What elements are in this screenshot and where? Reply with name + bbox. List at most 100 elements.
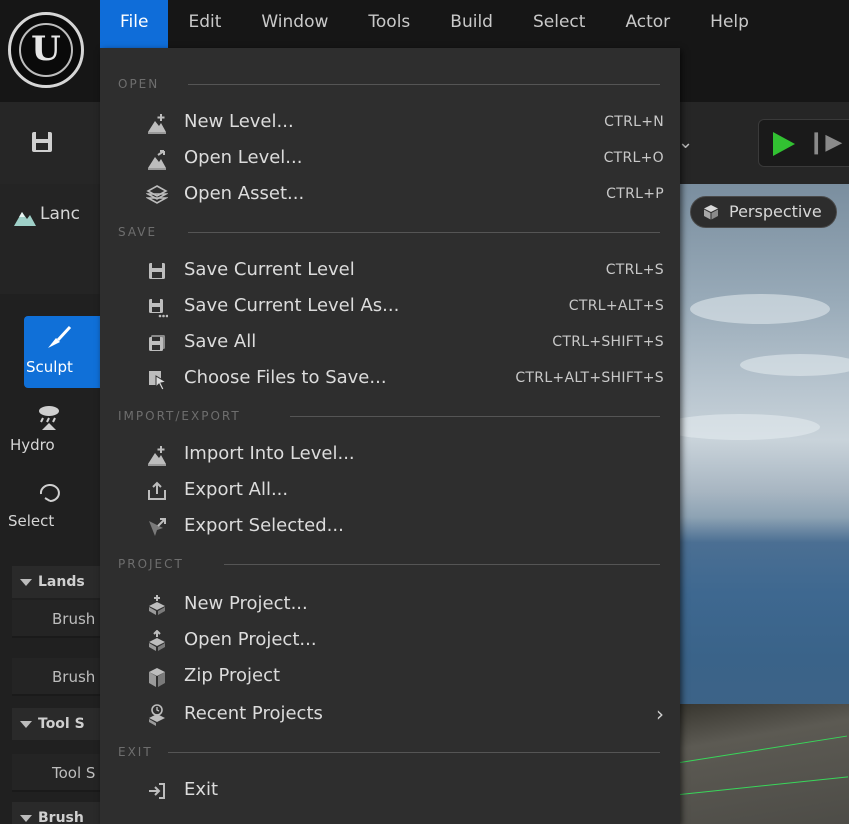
menu-actor[interactable]: Actor [605, 0, 690, 48]
play-icon[interactable] [773, 132, 795, 156]
file-menu-dropdown: OPEN New Level... CTRL+N Open Level... C… [100, 48, 680, 824]
menu-item-shortcut: CTRL+S [605, 262, 664, 278]
unreal-logo[interactable]: U [8, 12, 84, 88]
menu-item-save-all[interactable]: Save All CTRL+SHIFT+S [100, 324, 680, 360]
menu-separator [168, 752, 660, 753]
menu-separator [290, 416, 660, 417]
menu-item-save-current-level-as[interactable]: Save Current Level As... CTRL+ALT+S [100, 288, 680, 324]
exit-icon [149, 783, 165, 799]
menu-item-label: Save Current Level As... [184, 295, 400, 316]
menu-help[interactable]: Help [690, 0, 769, 48]
landscape-mode-panel: Lanc Sculpt Hydro Select Lands Brush Bru… [0, 184, 100, 824]
collapse-arrow-icon [20, 578, 32, 586]
mode-hydro-button[interactable]: Hydro [6, 396, 100, 466]
menu-item-shortcut: CTRL+O [603, 150, 664, 166]
sky-cloud [680, 414, 820, 440]
section-header-landscape[interactable]: Lands [12, 566, 100, 598]
landscape-icon [14, 212, 36, 226]
menu-item-shortcut: CTRL+P [606, 186, 664, 202]
menu-item-zip-project[interactable]: Zip Project [100, 658, 680, 694]
section-header-label: Lands [38, 574, 85, 590]
advance-frame-icon[interactable]: ❙▶ [807, 130, 842, 155]
logo-glyph: U [31, 29, 61, 69]
menu-item-exit[interactable]: Exit [100, 772, 680, 808]
menu-item-label: Zip Project [184, 665, 281, 686]
collapse-arrow-icon [20, 814, 32, 822]
menu-item-label: Exit [184, 779, 219, 800]
menu-build[interactable]: Build [430, 0, 513, 48]
collapse-arrow-icon [20, 720, 32, 728]
menu-file[interactable]: File [100, 0, 169, 48]
menu-item-label: Export Selected... [184, 515, 344, 536]
menu-section-project: PROJECT [100, 550, 680, 578]
property-row: Brush [12, 658, 100, 696]
menu-item-recent-projects[interactable]: Recent Projects › [100, 696, 680, 732]
new-level-icon [148, 114, 166, 134]
section-header-label: Brush [38, 810, 84, 824]
menu-section-label: IMPORT/EXPORT [118, 409, 241, 423]
landscape-tab-label: Lanc [40, 204, 81, 224]
section-header-tool-settings[interactable]: Tool S [12, 708, 100, 740]
menu-item-label: Import Into Level... [184, 443, 355, 464]
property-label: Brush [52, 610, 96, 628]
menu-item-shortcut: CTRL+N [604, 114, 664, 130]
menu-item-label: Recent Projects [184, 703, 323, 724]
menu-item-shortcut: CTRL+ALT+S [568, 298, 664, 314]
menu-section-label: PROJECT [118, 557, 184, 571]
menu-item-label: New Level... [184, 111, 294, 132]
property-row: Brush [12, 600, 100, 638]
mode-hydro-label: Hydro [10, 436, 55, 454]
menu-edit[interactable]: Edit [168, 0, 241, 48]
export-selected-icon [149, 518, 166, 536]
import-icon [148, 446, 166, 466]
chevron-down-icon[interactable]: ⌄ [678, 132, 693, 153]
sky-cloud [740, 354, 849, 376]
landscape-tab[interactable]: Lanc [0, 184, 100, 294]
menu-item-label: Choose Files to Save... [184, 367, 387, 388]
section-header-brush[interactable]: Brush [12, 802, 100, 824]
save-as-icon [149, 299, 168, 318]
menu-section-open: OPEN [100, 70, 680, 98]
menu-item-open-asset[interactable]: Open Asset... CTRL+P [100, 176, 680, 212]
menu-item-label: Open Level... [184, 147, 303, 168]
sculpt-brush-icon [48, 325, 72, 348]
menu-item-open-project[interactable]: Open Project... [100, 622, 680, 658]
menu-item-label: Save All [184, 331, 257, 352]
menu-separator [224, 564, 660, 565]
open-level-icon [148, 150, 166, 170]
menu-section-import-export: IMPORT/EXPORT [100, 402, 680, 430]
menu-item-label: Open Asset... [184, 183, 305, 204]
menu-item-export-all[interactable]: Export All... [100, 472, 680, 508]
menu-item-import-into-level[interactable]: Import Into Level... [100, 436, 680, 472]
new-project-icon [149, 595, 165, 615]
viewport-perspective-button[interactable]: Perspective [690, 196, 837, 228]
menu-section-save: SAVE [100, 218, 680, 246]
sky-cloud [690, 294, 830, 324]
menu-item-new-level[interactable]: New Level... CTRL+N [100, 104, 680, 140]
mode-sculpt-button[interactable]: Sculpt [24, 316, 100, 388]
save-all-icon [149, 335, 165, 351]
menu-separator [188, 232, 660, 233]
submenu-arrow-icon: › [656, 702, 664, 726]
property-label: Brush [52, 668, 96, 686]
menu-item-export-selected[interactable]: Export Selected... [100, 508, 680, 544]
menu-bar: File Edit Window Tools Build Select Acto… [100, 0, 769, 48]
menu-item-choose-files-to-save[interactable]: Choose Files to Save... CTRL+ALT+SHIFT+S [100, 360, 680, 396]
menu-item-open-level[interactable]: Open Level... CTRL+O [100, 140, 680, 176]
save-icon[interactable] [30, 130, 54, 154]
mode-select-button[interactable]: Select [6, 472, 100, 542]
menu-window[interactable]: Window [241, 0, 348, 48]
menu-tools[interactable]: Tools [348, 0, 430, 48]
menu-item-shortcut: CTRL+ALT+SHIFT+S [515, 370, 664, 386]
menu-select[interactable]: Select [513, 0, 605, 48]
menu-item-save-current-level[interactable]: Save Current Level CTRL+S [100, 252, 680, 288]
play-controls: ❙▶ [758, 119, 849, 167]
level-viewport[interactable]: Perspective [680, 184, 849, 824]
viewport-floor [680, 704, 849, 824]
perspective-label: Perspective [729, 202, 822, 221]
menu-item-new-project[interactable]: New Project... [100, 586, 680, 622]
open-asset-icon [146, 185, 168, 204]
choose-files-icon [149, 371, 168, 390]
mode-select-label: Select [8, 512, 55, 530]
open-project-icon [149, 630, 165, 651]
